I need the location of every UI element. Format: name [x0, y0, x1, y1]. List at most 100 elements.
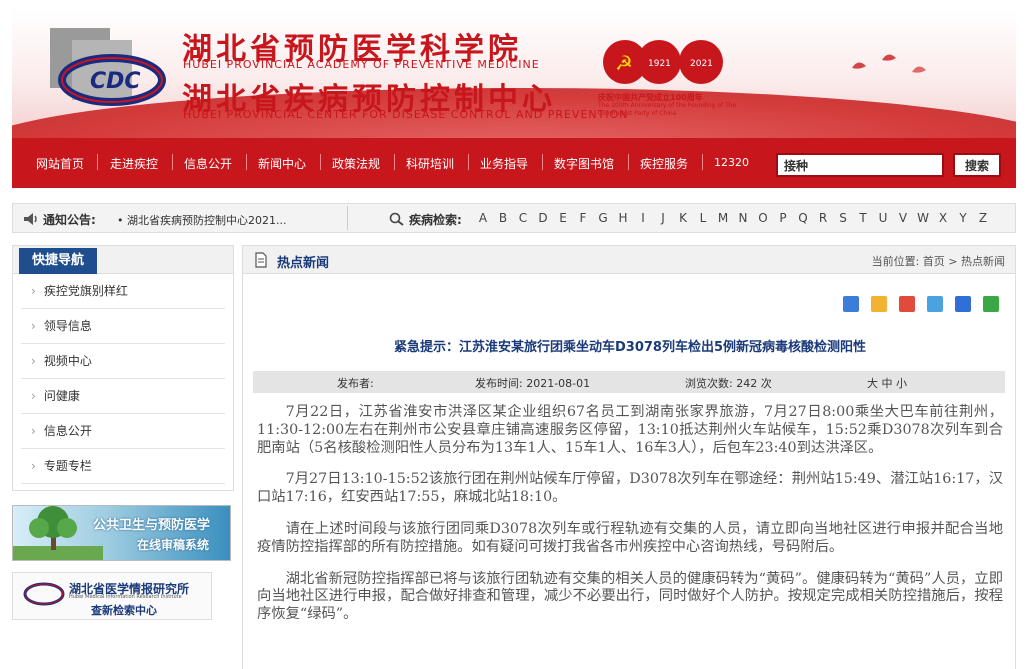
letter-link[interactable]: W [913, 211, 933, 225]
notice-label: 通知公告: [43, 213, 96, 227]
letter-link[interactable]: I [633, 211, 653, 225]
nav-item-cdc-services[interactable]: 疾控服务 [640, 155, 688, 172]
main-panel-header: 热点新闻 当前位置: 首页 > 热点新闻 [243, 246, 1015, 274]
share-qzone-icon[interactable] [870, 296, 887, 312]
nav-item-research-training[interactable]: 科研培训 [406, 155, 454, 172]
nav-divider [97, 154, 98, 170]
letter-link[interactable]: S [833, 211, 853, 225]
svg-text:CDC: CDC [90, 69, 141, 94]
nav-divider [320, 154, 321, 170]
nav-item-hotline-12320[interactable]: 12320 [714, 156, 749, 169]
letter-link[interactable]: P [773, 211, 793, 225]
doves-decoration-icon [852, 54, 926, 73]
speaker-icon [24, 213, 37, 225]
share-tencent-icon[interactable] [926, 296, 943, 312]
org-name-en-1: HUBEI PROVINCIAL ACADEMY OF PREVENTIVE M… [183, 58, 540, 71]
nav-item-home[interactable]: 网站首页 [36, 155, 84, 172]
letter-link[interactable]: N [733, 211, 753, 225]
letter-link[interactable]: L [693, 211, 713, 225]
quick-nav-item-label: 领导信息 [43, 319, 92, 333]
letter-link[interactable]: E [553, 211, 573, 225]
letter-link[interactable]: Z [973, 211, 993, 225]
article-views: 浏览次数: 242 次 [685, 377, 772, 390]
share-more-icon[interactable] [842, 296, 859, 312]
main-content-panel: 热点新闻 当前位置: 首页 > 热点新闻 紧急提示：江苏淮安某旅行团乘坐动车D3… [242, 245, 1016, 669]
quick-nav-item-label: 信息公开 [43, 424, 92, 438]
letter-link[interactable]: M [713, 211, 733, 225]
notice-bar: 通知公告: • 湖北省疾病预防控制中心2021... 疾病检索: ABCDEFG… [12, 203, 1016, 233]
quick-nav-item[interactable]: › 信息公开 [21, 414, 225, 449]
nav-item-digital-library[interactable]: 数字图书馆 [554, 155, 614, 172]
nav-item-policies[interactable]: 政策法规 [332, 155, 380, 172]
chevron-right-icon: › [31, 284, 36, 298]
chevron-right-icon: › [31, 459, 36, 473]
letter-link[interactable]: G [593, 211, 613, 225]
nav-item-info-disclosure[interactable]: 信息公开 [184, 155, 232, 172]
svg-text:☭: ☭ [615, 51, 633, 75]
svg-text:1921: 1921 [648, 59, 671, 69]
letter-link[interactable]: J [653, 211, 673, 225]
letter-link[interactable]: A [473, 211, 493, 225]
chevron-right-icon: › [31, 424, 36, 438]
letter-link[interactable]: T [853, 211, 873, 225]
letter-link[interactable]: U [873, 211, 893, 225]
article-paragraph: 7月27日13:10-15:52该旅行团在荆州站候车厅停留，D3078次列车在鄂… [257, 471, 1003, 506]
letter-link[interactable]: H [613, 211, 633, 225]
quick-nav-item[interactable]: › 疾控党旗别样红 [21, 274, 225, 309]
article-title: 紧急提示：江苏淮安某旅行团乘坐动车D3078列车检出5例新冠病毒核酸检测阳性 [393, 340, 867, 355]
letter-link[interactable]: O [753, 211, 773, 225]
breadcrumb[interactable]: 当前位置: 首页 > 热点新闻 [872, 253, 1005, 269]
quick-nav-item[interactable]: › 问健康 [21, 379, 225, 414]
nav-divider [702, 154, 703, 170]
nav-item-guidance[interactable]: 业务指导 [480, 155, 528, 172]
nav-item-about[interactable]: 走进疾控 [110, 155, 158, 172]
article-body: 7月22日，江苏省淮安市洪泽区某企业组织67名员工到湖南张家界旅游，7月27日8… [257, 404, 1003, 638]
quick-nav-item-label: 问健康 [43, 389, 80, 403]
quick-nav-item[interactable]: › 视频中心 [21, 344, 225, 379]
letter-link[interactable]: R [813, 211, 833, 225]
notice-divider [347, 206, 348, 230]
quick-nav-item-label: 视频中心 [43, 354, 92, 368]
share-renren-icon[interactable] [954, 296, 971, 312]
share-wechat-icon[interactable] [983, 296, 999, 312]
article-paragraph: 请在上述时间段与该旅行团同乘D3078次列车或行程轨迹有交集的人员，请立即向当地… [257, 520, 1003, 555]
notice-scroll-text[interactable]: • 湖北省疾病预防控制中心2021... [117, 212, 286, 228]
article-paragraph: 7月22日，江苏省淮安市洪泽区某企业组织67名员工到湖南张家界旅游，7月27日8… [257, 404, 1003, 456]
article-paragraph: 湖北省新冠防控指挥部已将与该旅行团轨迹有交集的相关人员的健康码转为“黄码”。健康… [257, 570, 1003, 623]
letter-link[interactable]: Y [953, 211, 973, 225]
tree-landscape-icon [13, 506, 103, 560]
anniversary-caption-en: The 100th Anniversary of the Founding of… [598, 102, 737, 117]
letter-link[interactable]: B [493, 211, 513, 225]
nav-item-news-center[interactable]: 新闻中心 [258, 155, 306, 172]
disease-letter-index: ABCDEFGHIJKLMNOPQRSTUVWXYZ [473, 211, 993, 225]
section-title: 热点新闻 [277, 256, 330, 271]
nav-divider [394, 154, 395, 170]
quick-nav-item[interactable]: › 领导信息 [21, 309, 225, 344]
search-button[interactable]: 搜索 [953, 153, 1001, 177]
share-weibo-icon[interactable] [898, 296, 915, 312]
nav-divider [172, 154, 173, 170]
letter-link[interactable]: F [573, 211, 593, 225]
letter-link[interactable]: C [513, 211, 533, 225]
cdc-small-logo-icon [23, 582, 65, 606]
org-name-en-2: HUBEI PROVINCIAL CENTER FOR DISEASE CONT… [183, 108, 629, 121]
quick-nav-item[interactable]: › 专题专栏 [21, 449, 225, 484]
cdc-logo-icon[interactable]: CDC [50, 28, 168, 114]
review-system-banner[interactable]: 公共卫生与预防医学 在线审稿系统 [12, 505, 231, 561]
letter-link[interactable]: V [893, 211, 913, 225]
letter-link[interactable]: Q [793, 211, 813, 225]
nav-divider [628, 154, 629, 170]
review-banner-line-2: 在线审稿系统 [137, 538, 210, 552]
share-toolbar [836, 296, 999, 316]
medical-info-institute-banner[interactable]: 湖北省医学情报研究所 Hubei Medical Information Res… [12, 572, 212, 620]
letter-link[interactable]: X [933, 211, 953, 225]
quick-nav-title: 快捷导航 [19, 248, 97, 274]
letter-link[interactable]: K [673, 211, 693, 225]
article-publish-time: 发布时间: 2021-08-01 [475, 377, 591, 390]
article-publisher: 发布者: [337, 377, 374, 390]
letter-link[interactable]: D [533, 211, 553, 225]
novelty-search-center: 查新检索中心 [91, 604, 157, 617]
nav-divider [246, 154, 247, 170]
font-size-switch[interactable]: 大 中 小 [867, 375, 907, 391]
search-input[interactable] [776, 153, 944, 177]
